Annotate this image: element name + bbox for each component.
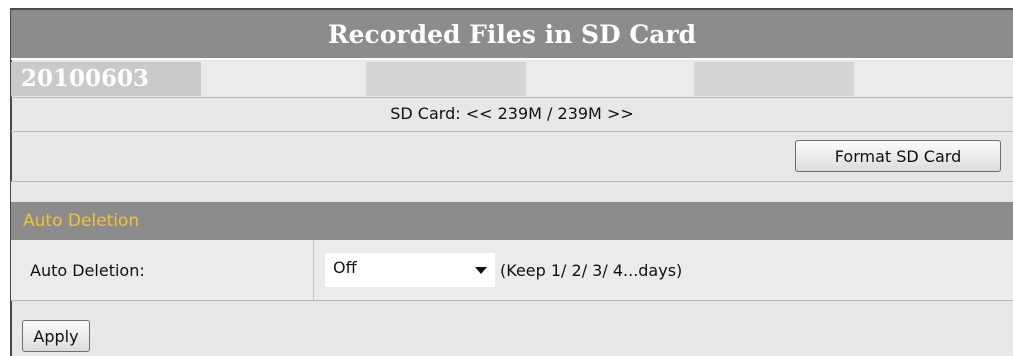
section-spacer [11,182,1013,202]
cell-divider [313,240,314,300]
page-title: Recorded Files in SD Card [11,10,1013,60]
auto-deletion-selected-value: Off [333,258,357,277]
auto-deletion-select[interactable]: Off [325,253,495,287]
empty-file-slot [694,62,854,96]
auto-deletion-hint: (Keep 1/ 2/ 3/ 4...days) [500,261,683,280]
empty-file-slot [366,62,526,96]
format-sd-card-button[interactable]: Format SD Card [795,140,1001,172]
date-folder-link[interactable]: 20100603 [11,62,201,96]
auto-deletion-label: Auto Deletion: [30,261,145,280]
row-divider [11,300,1013,301]
apply-button[interactable]: Apply [22,320,90,352]
sd-card-usage: SD Card: << 239M / 239M >> [390,104,634,123]
auto-deletion-section-title: Auto Deletion [11,202,1013,240]
row-divider [11,131,1013,132]
chevron-down-icon[interactable] [475,267,487,274]
